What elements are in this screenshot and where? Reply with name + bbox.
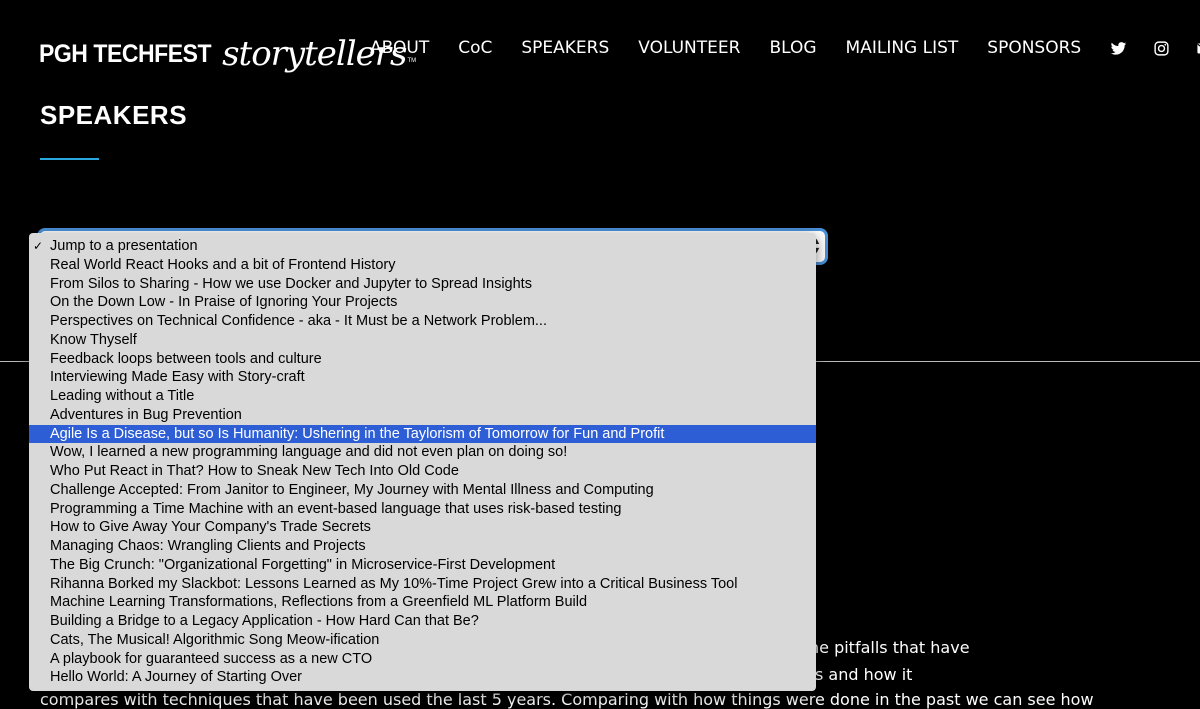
dropdown-option-label: A playbook for guaranteed success as a n…: [50, 650, 373, 667]
page-title: SPEAKERS: [40, 100, 188, 130]
dropdown-option-label: Adventures in Bug Prevention: [50, 406, 242, 423]
dropdown-option[interactable]: From Silos to Sharing - How we use Docke…: [29, 275, 816, 294]
dropdown-option-label: Interviewing Made Easy with Story-craft: [50, 369, 305, 386]
dropdown-option-label: Know Thyself: [50, 331, 137, 348]
nav-sponsors[interactable]: SPONSORS: [987, 38, 1081, 58]
dropdown-option[interactable]: How to Give Away Your Company's Trade Se…: [29, 518, 816, 537]
dropdown-option-label: Managing Chaos: Wrangling Clients and Pr…: [50, 538, 366, 554]
dropdown-option[interactable]: The Big Crunch: "Organizational Forgetti…: [29, 556, 816, 575]
dropdown-option-label: Hello World: A Journey of Starting Over: [50, 669, 302, 686]
nav-coc[interactable]: CoC: [458, 38, 492, 58]
social-icons: [1110, 40, 1200, 57]
dropdown-option-label: Challenge Accepted: From Janitor to Engi…: [50, 481, 654, 498]
dropdown-option-label: Building a Bridge to a Legacy Applicatio…: [50, 613, 479, 629]
dropdown-option[interactable]: A playbook for guaranteed success as a n…: [29, 650, 816, 669]
dropdown-option-label: Real World React Hooks and a bit of Fron…: [50, 256, 396, 273]
dropdown-option[interactable]: Interviewing Made Easy with Story-craft: [29, 368, 816, 387]
dropdown-option-label: Programming a Time Machine with an event…: [50, 500, 622, 517]
dropdown-option-label: The Big Crunch: "Organizational Forgetti…: [50, 556, 556, 573]
dropdown-option-label: Jump to a presentation: [50, 238, 198, 254]
body-text-line: compares with techniques that have been …: [40, 690, 1094, 709]
dropdown-option[interactable]: Building a Bridge to a Legacy Applicatio…: [29, 612, 816, 631]
presentation-dropdown-list: ✓ Jump to a presentation Real World React …: [29, 233, 816, 691]
dropdown-option[interactable]: On the Down Low - In Praise of Ignoring …: [29, 293, 816, 312]
dropdown-option-label: Rihanna Borked my Slackbot: Lessons Lear…: [50, 575, 738, 592]
dropdown-option[interactable]: Wow, I learned a new programming languag…: [29, 443, 816, 462]
dropdown-option[interactable]: Rihanna Borked my Slackbot: Lessons Lear…: [29, 575, 816, 594]
dropdown-option[interactable]: Real World React Hooks and a bit of Fron…: [29, 256, 816, 275]
nav-mailing-list[interactable]: MAILING LIST: [846, 38, 959, 58]
envelope-icon[interactable]: [1196, 40, 1200, 57]
dropdown-option-label: Leading without a Title: [50, 388, 195, 404]
site-logo[interactable]: PGH TECHFEST storytellers TM: [39, 22, 416, 86]
dropdown-option[interactable]: Hello World: A Journey of Starting Over: [29, 668, 816, 687]
twitter-icon[interactable]: [1110, 40, 1127, 57]
dropdown-option[interactable]: ✓ Jump to a presentation: [29, 237, 816, 256]
logo-trademark: TM: [407, 58, 417, 64]
logo-wordmark: PGH TECHFEST: [39, 39, 212, 68]
nav-blog[interactable]: BLOG: [769, 38, 816, 58]
dropdown-option[interactable]: Who Put React in That? How to Sneak New …: [29, 462, 816, 481]
nav-volunteer[interactable]: VOLUNTEER: [638, 38, 740, 58]
dropdown-option-label: Feedback loops between tools and culture: [50, 350, 322, 367]
dropdown-option-label: Cats, The Musical! Algorithmic Song Meow…: [50, 631, 380, 648]
dropdown-option[interactable]: Adventures in Bug Prevention: [29, 406, 816, 425]
dropdown-option-label: From Silos to Sharing - How we use Docke…: [50, 275, 532, 292]
title-underline: [40, 158, 99, 160]
body-text-fragment-2: s and how it: [815, 665, 913, 684]
instagram-icon[interactable]: [1153, 40, 1170, 57]
dropdown-option[interactable]: Cats, The Musical! Algorithmic Song Meow…: [29, 631, 816, 650]
dropdown-option-label: Wow, I learned a new programming languag…: [50, 444, 568, 461]
body-text-fragment-1: he pitfalls that have: [809, 638, 970, 657]
dropdown-option[interactable]: Agile Is a Disease, but so Is Humanity: …: [29, 424, 816, 444]
nav-speakers[interactable]: SPEAKERS: [521, 38, 609, 58]
dropdown-option[interactable]: Challenge Accepted: From Janitor to Engi…: [29, 481, 816, 500]
dropdown-option[interactable]: Feedback loops between tools and culture: [29, 350, 816, 369]
main-nav: ABOUT CoC SPEAKERS VOLUNTEER BLOG MAILIN…: [370, 38, 1200, 58]
dropdown-option-label: Machine Learning Transformations, Reflec…: [50, 594, 588, 611]
dropdown-option-label: How to Give Away Your Company's Trade Se…: [50, 519, 371, 536]
nav-about[interactable]: ABOUT: [370, 38, 429, 58]
dropdown-option[interactable]: Programming a Time Machine with an event…: [29, 500, 816, 519]
dropdown-option[interactable]: Leading without a Title: [29, 387, 816, 406]
dropdown-option-label: Who Put React in That? How to Sneak New …: [50, 463, 459, 479]
dropdown-option[interactable]: Know Thyself: [29, 331, 816, 350]
dropdown-option-label: Agile Is a Disease, but so Is Humanity: …: [50, 425, 665, 442]
dropdown-option-label: On the Down Low - In Praise of Ignoring …: [50, 294, 398, 311]
checkmark-icon: ✓: [33, 239, 44, 253]
dropdown-option[interactable]: Machine Learning Transformations, Reflec…: [29, 593, 816, 612]
dropdown-option[interactable]: Perspectives on Technical Confidence - a…: [29, 312, 816, 331]
dropdown-option[interactable]: Managing Chaos: Wrangling Clients and Pr…: [29, 537, 816, 556]
dropdown-option-label: Perspectives on Technical Confidence - a…: [50, 313, 547, 329]
